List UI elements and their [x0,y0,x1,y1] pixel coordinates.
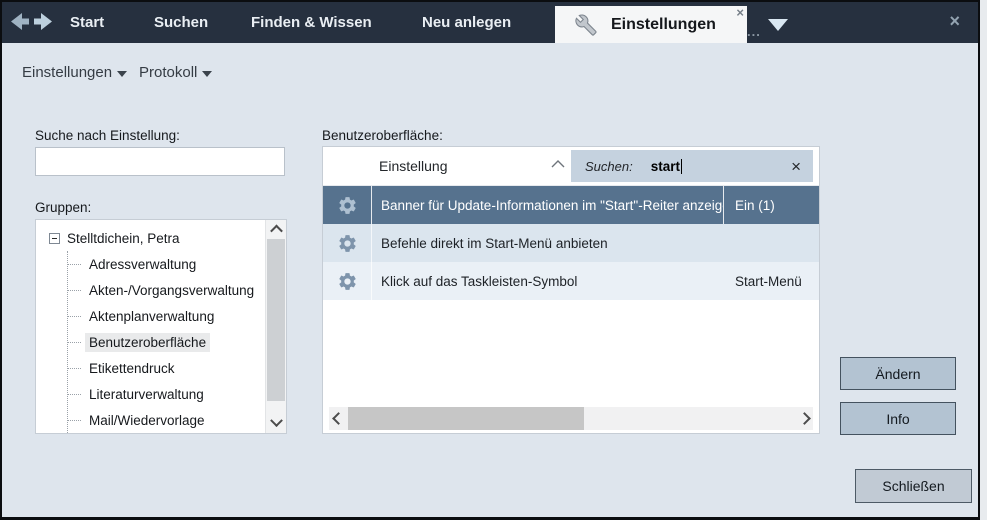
navigation-arrows [11,13,52,30]
scroll-left-icon[interactable] [329,407,347,430]
scroll-right-icon[interactable] [795,407,813,430]
table-row[interactable]: Klick auf das Taskleisten-SymbolStart-Me… [323,262,819,300]
info-button[interactable]: Info [840,402,956,435]
table-row[interactable]: Banner für Update-Informationen im "Star… [323,186,819,224]
scroll-up-icon[interactable] [266,220,286,239]
chevron-down-icon [117,71,127,77]
gear-icon [337,271,358,292]
tree-item[interactable]: Akten-/Vorgangsverwaltung [68,277,266,303]
chevron-down-icon [202,71,212,77]
tree-item-label: Adressverwaltung [85,255,200,274]
settings-table-title: Benutzeroberfläche: [322,128,443,143]
close-button[interactable]: Schließen [855,469,972,503]
tree-root-label: Stelltdichein, Petra [67,231,180,246]
row-setting-label: Befehle direkt im Start-Menü anbieten [372,224,724,262]
tree-vertical-scrollbar[interactable] [265,220,286,433]
tree-item[interactable]: Aktenplanverwaltung [68,303,266,329]
column-header-einstellung[interactable]: Einstellung [379,147,448,185]
tab-finden-wissen[interactable]: Finden & Wissen [251,2,372,43]
groups-tree: Stelltdichein, Petra Adressverwaltung Akt… [35,219,287,434]
menu-einstellungen[interactable]: Einstellungen [22,64,127,81]
tree-root-node[interactable]: Stelltdichein, Petra [49,225,266,251]
scroll-down-icon[interactable] [266,414,286,433]
tab-close-icon[interactable]: × [736,6,744,20]
tree-item[interactable]: Literaturverwaltung [68,381,266,407]
back-arrow-icon[interactable] [11,13,30,30]
text-cursor [681,159,682,174]
sort-ascending-icon [551,160,565,168]
tree-item-label: Literaturverwaltung [85,385,208,404]
gear-icon [337,195,358,216]
gear-icon [337,233,358,254]
tab-dropdown-icon[interactable] [768,19,788,31]
tree-item-label: Benutzeroberfläche [85,333,210,352]
tree-item-label: Akten-/Vorgangsverwaltung [85,281,258,300]
menu-protokoll[interactable]: Protokoll [139,64,212,81]
table-search-box[interactable]: Suchen: start × [571,150,813,182]
table-row[interactable]: Befehle direkt im Start-Menü anbieten [323,224,819,262]
setting-search-input[interactable] [35,147,285,176]
row-setting-label: Klick auf das Taskleisten-Symbol [372,262,724,300]
search-setting-label: Suche nach Einstellung: [35,128,180,143]
settings-window: Start Suchen Finden & Wissen Neu anlegen Ei… [0,0,980,520]
table-scrollbar-thumb[interactable] [348,407,584,430]
tree-item-label: Mail/Wiedervorlage [85,411,209,430]
tab-overflow-dots[interactable]: ... [747,24,761,39]
row-setting-label: Banner für Update-Informationen im "Star… [372,186,723,224]
row-icon-cell [323,224,372,262]
table-horizontal-scrollbar[interactable] [329,407,813,430]
row-setting-value [724,224,819,262]
change-button[interactable]: Ändern [840,357,956,390]
tree-item[interactable]: Benutzeroberfläche [68,329,266,355]
ribbon-tab-bar: Start Suchen Finden & Wissen Neu anlegen Ei… [2,2,978,43]
row-icon-cell [323,186,372,224]
table-search-close-icon[interactable]: × [791,158,801,175]
groups-tree-content: Stelltdichein, Petra Adressverwaltung Akt… [36,220,266,433]
settings-table: Einstellung Suchen: start × Banner für U… [322,146,820,434]
groups-label: Gruppen: [35,200,91,215]
application-window: Start Suchen Finden & Wissen Neu anlegen Ei… [0,0,987,520]
tab-einstellungen-active[interactable]: Einstellungen × [555,6,747,43]
tree-collapse-icon[interactable] [49,233,60,244]
tree-item-label: Aktenplanverwaltung [85,307,218,326]
forward-arrow-icon[interactable] [33,13,52,30]
tree-scrollbar-thumb[interactable] [267,239,285,401]
table-header: Einstellung Suchen: start × [323,147,819,186]
window-close-icon[interactable]: × [949,11,960,32]
row-icon-cell [323,262,372,300]
tree-item-label: Etikettendruck [85,359,179,378]
wrench-icon [575,14,597,36]
tree-children: Adressverwaltung Akten-/Vorgangsverwaltun… [67,251,266,433]
row-setting-value: Ein (1) [723,186,819,224]
menu-label: Protokoll [139,64,197,81]
table-rows: Banner für Update-Informationen im "Star… [323,186,819,300]
tab-suchen[interactable]: Suchen [154,2,208,43]
row-setting-value: Start-Menü [724,262,819,300]
menu-label: Einstellungen [22,64,112,81]
tab-neu-anlegen[interactable]: Neu anlegen [422,2,511,43]
table-search-label: Suchen: [585,159,633,174]
tree-item[interactable]: Etikettendruck [68,355,266,381]
active-tab-label: Einstellungen [611,16,716,34]
tree-item[interactable]: Mail/Wiedervorlage [68,407,266,433]
tab-start[interactable]: Start [70,2,104,43]
tree-item[interactable]: Adressverwaltung [68,251,266,277]
table-search-value[interactable]: start [651,159,680,174]
